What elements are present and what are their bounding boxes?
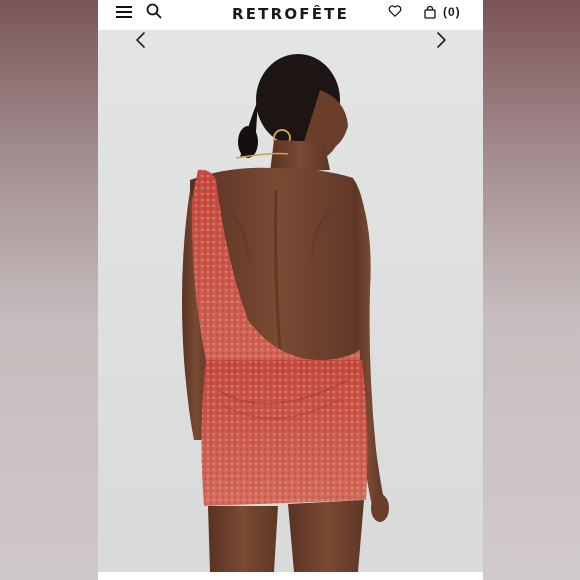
cart-count: (0): [443, 5, 461, 19]
product-photo: [98, 30, 483, 572]
product-page: RETROFÊTE (0): [98, 0, 483, 580]
heart-icon[interactable]: [388, 4, 402, 18]
chevron-left-icon[interactable]: [132, 30, 150, 50]
site-header: RETROFÊTE (0): [98, 0, 483, 30]
cart-button[interactable]: (0): [424, 4, 461, 20]
shopping-bag-icon: [424, 5, 436, 19]
blurred-backdrop-right: [483, 0, 580, 580]
blurred-backdrop-left: [0, 0, 98, 580]
page-footer-strip: [98, 572, 483, 580]
product-image-carousel[interactable]: [98, 30, 483, 572]
chevron-right-icon[interactable]: [432, 30, 450, 50]
